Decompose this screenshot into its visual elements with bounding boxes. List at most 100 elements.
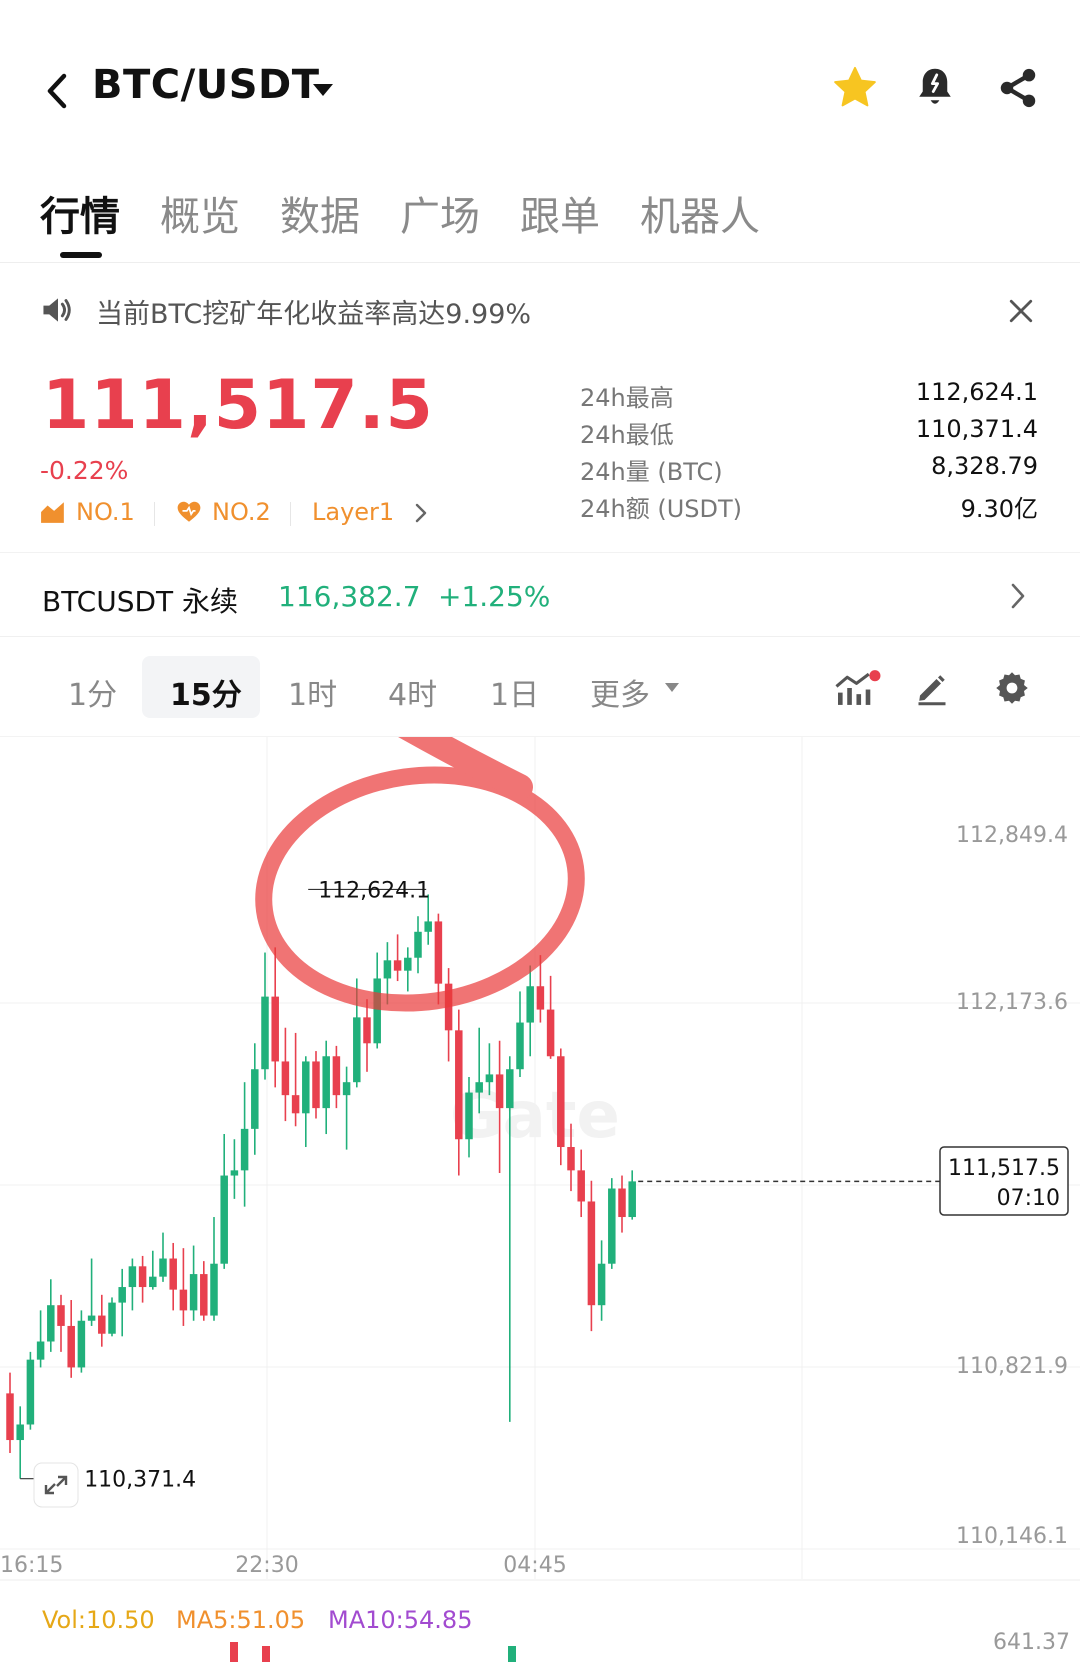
candle-body: [312, 1061, 320, 1109]
rank-chart-icon: [41, 502, 64, 523]
tab-bots[interactable]: 机器人: [640, 184, 760, 242]
price-change-percent: -0.22%: [40, 456, 129, 485]
x-axis-tick: 16:15: [0, 1553, 63, 1578]
candle-body: [108, 1302, 116, 1334]
heart-badge-icon: [177, 501, 201, 522]
interval-1h[interactable]: 1时: [288, 670, 337, 714]
perpetual-price: 116,382.7: [278, 580, 421, 613]
y-axis-tick: 110,821.9: [956, 1354, 1068, 1379]
candle-body: [577, 1170, 585, 1202]
candle-body: [179, 1289, 188, 1311]
tab-data[interactable]: 数据: [280, 184, 360, 242]
y-axis-tick: 112,173.6: [956, 990, 1068, 1015]
back-arrow-icon[interactable]: [42, 70, 72, 112]
candle-body: [16, 1424, 24, 1441]
x-axis-tick: 22:30: [235, 1553, 298, 1578]
candle-body: [353, 1017, 361, 1083]
candle-body: [6, 1393, 14, 1441]
candle-body: [220, 1175, 228, 1264]
candle-body: [322, 1056, 330, 1109]
candle-body: [628, 1181, 636, 1218]
candle-body: [291, 1095, 300, 1114]
draw-pen-icon[interactable]: [914, 670, 950, 706]
candle-body: [414, 931, 422, 958]
volume-bar: [262, 1646, 270, 1662]
candle-body: [516, 1022, 524, 1070]
candle-body: [373, 978, 381, 1044]
candle-body: [138, 1266, 147, 1288]
interval-more[interactable]: 更多: [590, 670, 650, 714]
candle-body: [77, 1320, 86, 1368]
notice-text[interactable]: 当前BTC挖矿年化收益率高达9.99%: [96, 292, 531, 331]
candle-body: [495, 1074, 504, 1109]
candle-body: [271, 996, 279, 1062]
perpetual-name: BTCUSDT 永续: [42, 585, 239, 618]
candle-body: [424, 921, 432, 932]
candle-body: [342, 1082, 351, 1096]
last-price: 111,517.5: [42, 366, 434, 445]
candle-body: [567, 1147, 575, 1171]
candle-body: [465, 1092, 473, 1140]
price-alert-bell-icon[interactable]: [914, 64, 956, 112]
high-marker-label: 112,624.1: [318, 878, 430, 903]
volume-bar: [230, 1642, 238, 1662]
candle-body: [363, 1017, 371, 1044]
category-badge[interactable]: Layer1: [312, 498, 394, 526]
rank-badge-2[interactable]: NO.2: [212, 498, 271, 526]
perp-bottom-divider: [0, 636, 1080, 637]
interval-15m[interactable]: 15分: [170, 670, 242, 714]
candle-body: [189, 1274, 198, 1311]
pair-title[interactable]: BTC/USDT: [92, 62, 320, 108]
chevron-right-icon[interactable]: [1010, 582, 1026, 610]
candlestick-chart[interactable]: Gate 112,624.1110,371.4 112,849.4 112,17…: [0, 737, 1080, 1592]
stat-volume-value: 8,328.79: [931, 452, 1038, 480]
candle-body: [404, 957, 412, 971]
x-axis-tick: 04:45: [503, 1553, 566, 1578]
volume-axis-max: 641.37: [993, 1630, 1070, 1655]
tab-square[interactable]: 广场: [400, 184, 480, 242]
interval-1d[interactable]: 1日: [490, 670, 539, 714]
candle-body: [597, 1263, 606, 1306]
candle-body: [506, 1069, 514, 1109]
candle-body: [475, 1082, 483, 1093]
speaker-icon: [43, 298, 71, 322]
interval-1m[interactable]: 1分: [68, 670, 117, 714]
current-price-label: 111,517.5: [948, 1156, 1060, 1181]
tabs-divider: [0, 262, 1080, 263]
candle-body: [98, 1315, 106, 1334]
volume-bar: [508, 1646, 516, 1662]
stat-low-label: 24h最低: [580, 421, 674, 449]
rank-badge-1[interactable]: NO.1: [76, 498, 135, 526]
close-icon[interactable]: [1008, 298, 1034, 324]
candle-body: [526, 986, 534, 1023]
candle-body: [240, 1128, 249, 1171]
indicator-icon[interactable]: [834, 668, 882, 708]
candle-body: [118, 1287, 126, 1303]
stat-turnover-label: 24h额 (USDT): [580, 495, 743, 523]
stat-turnover-value: 9.30亿: [960, 495, 1038, 523]
candle-body: [47, 1305, 55, 1342]
candle-body: [434, 921, 443, 984]
volume-ma5: MA5:51.05: [176, 1606, 306, 1634]
gear-icon[interactable]: [994, 670, 1030, 706]
tab-overview[interactable]: 概览: [160, 184, 240, 242]
caret-down-icon[interactable]: [312, 82, 334, 98]
tab-copy-trading[interactable]: 跟单: [520, 184, 600, 242]
stat-volume-label: 24h量 (BTC): [580, 458, 723, 486]
candle-body: [36, 1341, 45, 1360]
candle-body: [608, 1188, 616, 1264]
favorite-star-icon[interactable]: [832, 66, 878, 110]
chart-gridlines: [0, 737, 1080, 1581]
share-icon[interactable]: [996, 66, 1040, 110]
candle-body: [485, 1074, 494, 1083]
caret-down-icon[interactable]: [664, 682, 680, 694]
tab-market[interactable]: 行情: [40, 184, 120, 242]
candle-body: [200, 1274, 208, 1316]
stat-high-value: 112,624.1: [915, 378, 1038, 406]
chevron-right-icon[interactable]: [414, 502, 428, 524]
interval-4h[interactable]: 4时: [388, 670, 437, 714]
candle-body: [332, 1056, 341, 1096]
low-marker-label: 110,371.4: [84, 1468, 196, 1493]
candle-body: [210, 1263, 218, 1316]
fullscreen-button[interactable]: [33, 1462, 79, 1508]
